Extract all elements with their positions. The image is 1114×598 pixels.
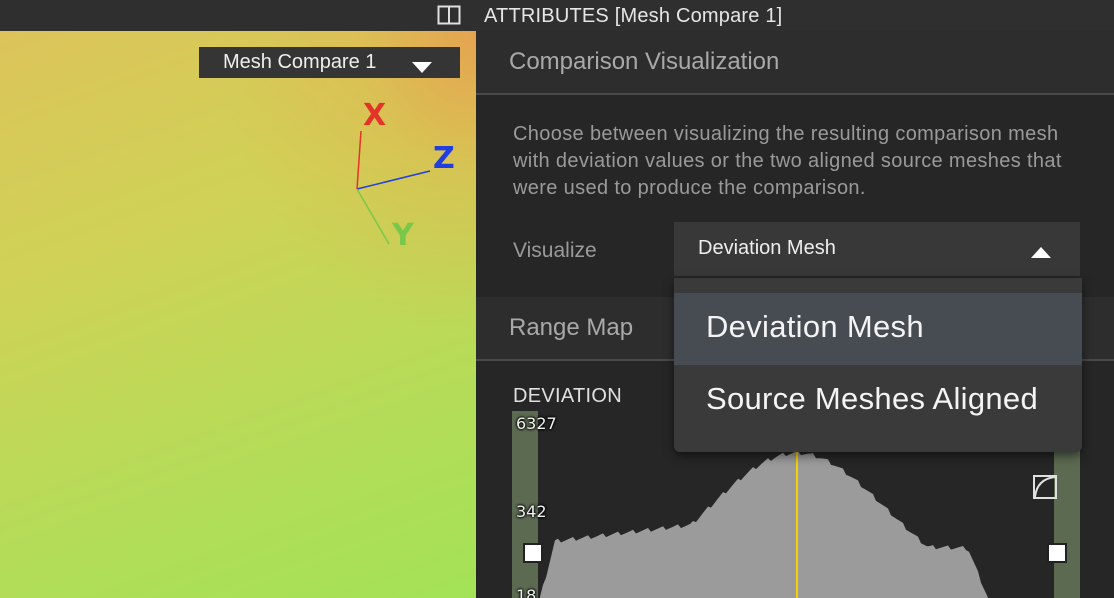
deviation-label: DEVIATION bbox=[513, 385, 623, 407]
visualize-select[interactable]: Deviation Mesh bbox=[674, 222, 1080, 276]
3d-viewport[interactable]: X Z Y Mesh Compare 1 bbox=[0, 31, 476, 598]
visualize-dropdown-menu: Deviation Mesh Source Meshes Aligned bbox=[674, 278, 1082, 452]
top-bar: ATTRIBUTES [Mesh Compare 1] bbox=[0, 0, 1114, 31]
menu-item-label: Source Meshes Aligned bbox=[706, 381, 1038, 416]
mesh-select-value: Mesh Compare 1 bbox=[223, 51, 377, 73]
comparison-visualization-header[interactable]: Comparison Visualization bbox=[476, 31, 1114, 95]
axis-x-label: X bbox=[363, 98, 387, 133]
caret-down-icon bbox=[412, 57, 432, 80]
section-title: Range Map bbox=[509, 314, 634, 341]
axis-y-label: Y bbox=[392, 218, 414, 253]
menu-item-deviation-mesh[interactable]: Deviation Mesh bbox=[674, 293, 1082, 365]
tick-label: 6327 bbox=[516, 414, 557, 433]
menu-item-label: Deviation Mesh bbox=[706, 309, 924, 344]
caret-up-icon bbox=[1031, 242, 1051, 265]
curve-mode-icon[interactable] bbox=[1033, 475, 1057, 504]
section-title: Comparison Visualization bbox=[509, 48, 780, 75]
tick-label: 342 bbox=[516, 502, 547, 521]
menu-item-source-meshes-aligned[interactable]: Source Meshes Aligned bbox=[674, 365, 1082, 437]
tick-label: 18 bbox=[516, 586, 537, 598]
axis-gizmo bbox=[356, 130, 431, 245]
visualize-select-value: Deviation Mesh bbox=[698, 237, 836, 259]
axis-z-label: Z bbox=[433, 141, 455, 176]
split-panel-icon[interactable] bbox=[437, 5, 461, 25]
range-min-handle[interactable] bbox=[523, 543, 543, 563]
mesh-select-dropdown[interactable]: Mesh Compare 1 bbox=[199, 47, 460, 78]
range-max-handle[interactable] bbox=[1047, 543, 1067, 563]
panel-title: ATTRIBUTES [Mesh Compare 1] bbox=[484, 5, 783, 27]
comparison-description: Choose between visualizing the resulting… bbox=[513, 123, 1062, 199]
visualize-label: Visualize bbox=[513, 239, 597, 262]
